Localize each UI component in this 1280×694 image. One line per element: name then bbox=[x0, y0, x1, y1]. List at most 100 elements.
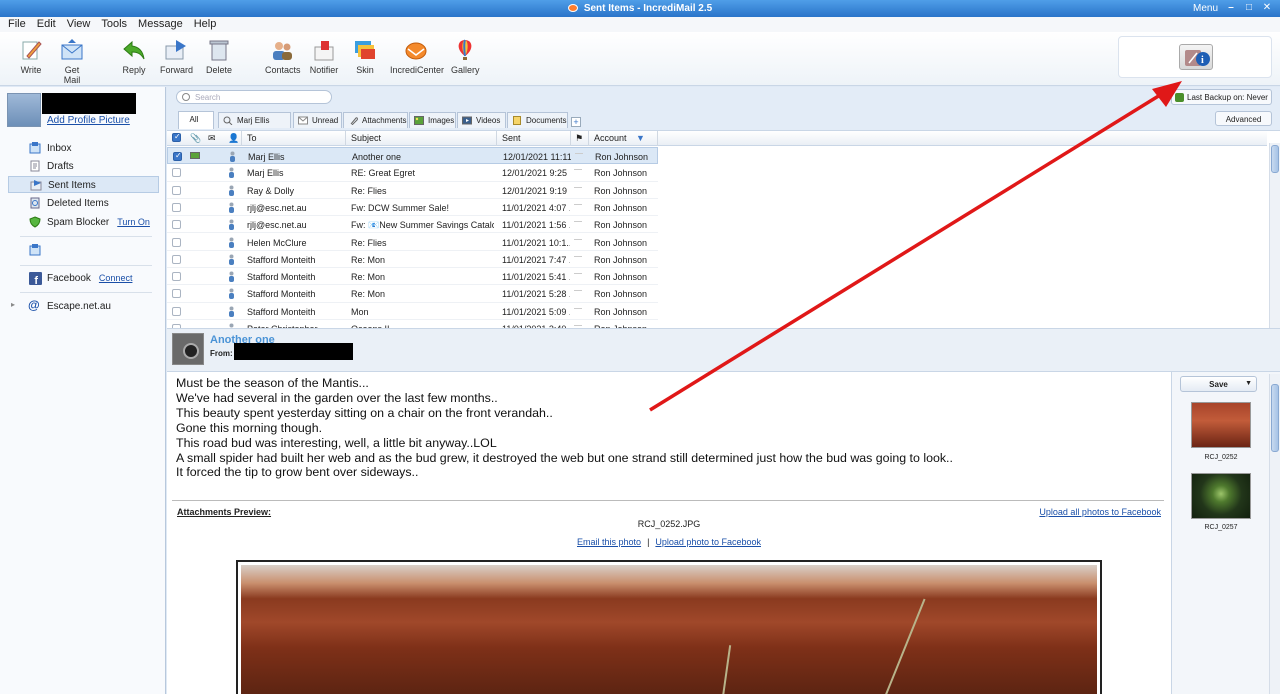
scroll-thumb[interactable] bbox=[1271, 145, 1279, 173]
row-checkbox[interactable] bbox=[172, 185, 181, 195]
attachment-photo[interactable] bbox=[236, 560, 1102, 694]
expand-icon[interactable]: ▸ bbox=[11, 300, 15, 309]
info-button[interactable]: i bbox=[1179, 44, 1213, 70]
email-row[interactable]: Stafford Monteith Re: Mon 11/01/2021 5:28 … bbox=[167, 285, 658, 303]
flag-icon[interactable] bbox=[574, 290, 582, 296]
flag-icon[interactable] bbox=[575, 153, 583, 159]
row-checkbox[interactable] bbox=[173, 151, 182, 161]
column-subject[interactable]: Subject bbox=[351, 133, 381, 143]
row-checkbox[interactable] bbox=[172, 272, 181, 282]
thumbnail-rcj-0257[interactable] bbox=[1191, 473, 1251, 519]
delete-button[interactable]: Delete bbox=[206, 38, 232, 75]
folder-outbox[interactable] bbox=[8, 242, 159, 259]
email-row[interactable]: rjlj@esc.net.au Fw: DCW Summer Sale! 11/01… bbox=[167, 199, 658, 217]
folder-deleted-items[interactable]: Deleted Items bbox=[8, 195, 159, 212]
chevron-down-icon[interactable]: ▼ bbox=[1245, 380, 1252, 387]
scroll-thumb[interactable] bbox=[1271, 384, 1279, 452]
flag-icon[interactable] bbox=[574, 273, 582, 279]
close-icon[interactable]: ✕ bbox=[1260, 2, 1274, 14]
tab-marj-ellis[interactable]: Marj Ellis bbox=[218, 112, 291, 128]
minimize-icon[interactable]: – bbox=[1224, 2, 1238, 14]
facebook-connect-link[interactable]: Connect bbox=[99, 273, 133, 283]
email-row[interactable]: rjlj@esc.net.au Fw: 📧New Summer Savings C… bbox=[167, 216, 658, 234]
email-photo-link[interactable]: Email this photo bbox=[577, 537, 641, 547]
column-account[interactable]: Account bbox=[594, 133, 627, 143]
sort-desc-icon[interactable]: ▼ bbox=[636, 133, 645, 143]
sidebar-divider bbox=[20, 265, 152, 266]
flag-icon[interactable] bbox=[574, 186, 582, 193]
envelope-icon bbox=[61, 39, 83, 60]
skin-button[interactable]: Skin bbox=[352, 38, 378, 75]
flag-icon[interactable] bbox=[574, 203, 582, 210]
tab-documents[interactable]: Documents bbox=[507, 112, 568, 128]
row-checkbox[interactable] bbox=[172, 254, 181, 264]
folder-spam-blocker[interactable]: Spam Blocker Turn On bbox=[8, 214, 159, 231]
select-all-checkbox[interactable] bbox=[172, 132, 181, 142]
email-list-scrollbar[interactable] bbox=[1269, 143, 1280, 328]
read-status-column-icon[interactable]: ✉ bbox=[208, 133, 216, 144]
folder-sent-items[interactable]: Sent Items bbox=[8, 176, 159, 193]
upload-photo-link[interactable]: Upload photo to Facebook bbox=[655, 537, 761, 547]
menu-tools[interactable]: Tools bbox=[93, 17, 130, 30]
menu-button[interactable]: Menu bbox=[1193, 3, 1218, 14]
column-sent[interactable]: Sent bbox=[502, 133, 521, 143]
forward-button[interactable]: Forward bbox=[160, 38, 193, 75]
contacts-button[interactable]: Contacts bbox=[265, 38, 301, 75]
get-mail-button[interactable]: Get Mail bbox=[56, 38, 88, 85]
advanced-button[interactable]: Advanced bbox=[1215, 111, 1272, 126]
row-checkbox[interactable] bbox=[172, 306, 181, 316]
flag-column-icon[interactable]: ⚑ bbox=[575, 133, 583, 144]
tab-unread[interactable]: Unread bbox=[293, 112, 342, 128]
email-row[interactable]: Stafford Monteith Re: Mon 11/01/2021 5:41 … bbox=[167, 268, 658, 286]
flag-icon[interactable] bbox=[574, 307, 582, 314]
flag-icon[interactable] bbox=[574, 169, 582, 175]
row-checkbox[interactable] bbox=[172, 168, 181, 178]
account-escape[interactable]: ▸ @ Escape.net.au bbox=[8, 298, 159, 315]
picture-column-icon[interactable]: 👤 bbox=[228, 133, 239, 144]
folder-inbox[interactable]: Inbox bbox=[8, 140, 159, 157]
reply-button[interactable]: Reply bbox=[122, 38, 146, 75]
folder-drafts[interactable]: Drafts bbox=[8, 158, 159, 175]
maximize-icon[interactable]: □ bbox=[1242, 2, 1256, 14]
search-input[interactable]: Search bbox=[176, 90, 332, 104]
profile-avatar[interactable] bbox=[7, 93, 41, 127]
email-row[interactable]: Stafford Monteith Mon 11/01/2021 5:09 ... R… bbox=[167, 303, 658, 320]
tab-videos[interactable]: Videos bbox=[457, 112, 506, 128]
upload-all-facebook-link[interactable]: Upload all photos to Facebook bbox=[1039, 507, 1161, 517]
thumbnail-rcj-0252[interactable] bbox=[1191, 402, 1251, 448]
email-row[interactable]: Ray & Dolly Re: Flies 12/01/2021 9:19 ... R… bbox=[167, 182, 658, 199]
folder-facebook[interactable]: f Facebook Connect bbox=[8, 270, 159, 287]
spam-turn-on-link[interactable]: Turn On bbox=[117, 217, 150, 227]
write-button[interactable]: Write bbox=[18, 38, 44, 75]
row-checkbox[interactable] bbox=[172, 289, 181, 299]
column-to[interactable]: To bbox=[247, 133, 257, 143]
menu-help[interactable]: Help bbox=[186, 17, 220, 30]
gallery-button[interactable]: Gallery bbox=[451, 38, 480, 75]
email-row[interactable]: Helen McClure Re: Flies 11/01/2021 10:1...… bbox=[167, 234, 658, 251]
notifier-button[interactable]: Notifier bbox=[309, 38, 339, 75]
save-button[interactable]: Save ▼ bbox=[1180, 376, 1257, 392]
email-row[interactable]: Stafford Monteith Re: Mon 11/01/2021 7:47 … bbox=[167, 251, 658, 269]
incredicenter-button[interactable]: IncrediCenter bbox=[390, 38, 444, 75]
attachment-column-icon[interactable]: 📎 bbox=[190, 133, 201, 144]
row-checkbox[interactable] bbox=[172, 220, 181, 230]
tab-attachments[interactable]: Attachments bbox=[343, 112, 408, 128]
tab-images[interactable]: Images bbox=[409, 112, 456, 128]
email-row[interactable]: Marj Ellis RE: Great Egret 12/01/2021 9:25… bbox=[167, 164, 658, 182]
flag-icon[interactable] bbox=[574, 255, 582, 262]
tab-all[interactable]: All bbox=[178, 111, 214, 129]
flag-icon[interactable] bbox=[574, 238, 582, 245]
flag-icon[interactable] bbox=[574, 221, 582, 227]
thumbnails-scrollbar[interactable] bbox=[1269, 374, 1280, 694]
menu-file[interactable]: File bbox=[0, 17, 29, 30]
last-backup-button[interactable]: Last Backup on: Never bbox=[1171, 89, 1272, 105]
menu-edit[interactable]: Edit bbox=[29, 17, 59, 30]
row-checkbox[interactable] bbox=[172, 237, 181, 247]
email-row[interactable]: Peter ChristopherOceans II11/01/2021 2:4… bbox=[167, 320, 658, 328]
add-tab-button[interactable]: + bbox=[571, 117, 581, 127]
add-profile-picture-link[interactable]: Add Profile Picture bbox=[47, 115, 130, 126]
menu-view[interactable]: View bbox=[59, 17, 94, 30]
menu-message[interactable]: Message bbox=[130, 17, 186, 30]
email-row[interactable]: Marj Ellis Another one 12/01/2021 11:11...… bbox=[167, 147, 658, 165]
row-checkbox[interactable] bbox=[172, 202, 181, 212]
